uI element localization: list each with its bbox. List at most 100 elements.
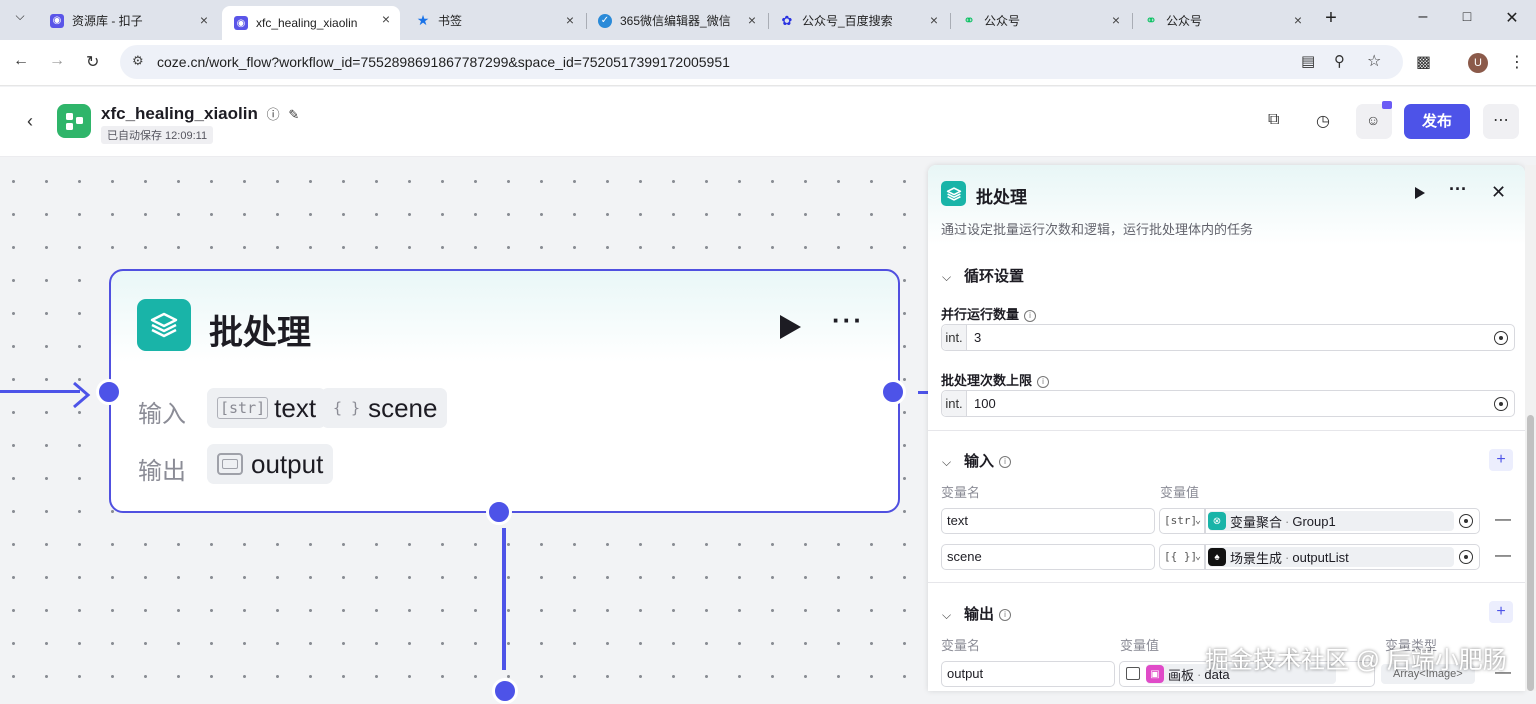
ref-source: 场景生成	[1230, 550, 1283, 566]
input-section-header[interactable]: ⌵ 输入 i	[942, 450, 1012, 471]
node-output-chip: output	[207, 444, 334, 484]
remove-input-button[interactable]: —	[1495, 547, 1511, 565]
history-icon[interactable]: ◷	[1316, 111, 1330, 131]
close-window-icon[interactable]: ✕	[1497, 8, 1527, 28]
layers-icon	[137, 299, 191, 351]
remove-input-button[interactable]: —	[1495, 511, 1511, 529]
input-col-name: 变量名	[941, 485, 981, 500]
chevron-down-icon: ⌵	[942, 270, 952, 284]
minimize-icon[interactable]: –	[1408, 8, 1438, 26]
body-entry-port[interactable]	[492, 678, 518, 704]
section-title: 输出	[964, 606, 995, 623]
chevron-down-icon: ⌵	[942, 608, 952, 622]
info-icon[interactable]: i	[1024, 309, 1037, 322]
node-output-name: output	[251, 448, 324, 479]
tab-close-icon[interactable]: ×	[1112, 12, 1120, 28]
extensions-puzzle-icon[interactable]: ▩	[1416, 52, 1431, 72]
panel-run-play-icon[interactable]	[1414, 186, 1426, 205]
collaborators-button[interactable]: ☺	[1356, 101, 1392, 139]
info-icon[interactable]: i	[999, 609, 1012, 622]
profile-avatar[interactable]: U	[1468, 53, 1488, 73]
tab-workflow[interactable]: ◉ xfc_healing_xiaolin ×	[222, 6, 400, 40]
panel-scrollbar[interactable]	[1525, 165, 1536, 691]
panel-description: 通过设定批量运行次数和逻辑，运行批处理体内的任务	[941, 222, 1254, 237]
batch-node[interactable]: 批处理 ··· 输入 [str] text { } scene 输出 outpu…	[109, 269, 900, 513]
tab-close-icon[interactable]: ×	[382, 11, 390, 27]
output-section-header[interactable]: ⌵ 输出 i	[942, 603, 1012, 624]
tab-close-icon[interactable]: ×	[748, 12, 756, 28]
type-tag: [{ }]	[1164, 550, 1198, 563]
run-node-play-icon[interactable]	[777, 313, 803, 346]
variable-ref-icon[interactable]	[1459, 550, 1473, 564]
output-port[interactable]	[880, 379, 906, 405]
output-name-field[interactable]: output	[941, 661, 1115, 687]
workflow-name: xfc_healing_xiaolin ⓘ ✎	[101, 104, 299, 124]
forward-arrow-icon[interactable]: →	[49, 52, 65, 70]
zoom-icon[interactable]: ⚲	[1334, 52, 1345, 70]
clipboard-icon[interactable]: ▤	[1301, 52, 1315, 70]
info-icon[interactable]: ⓘ	[267, 107, 280, 122]
node-input-name: text	[274, 392, 317, 423]
url-input[interactable]: ⚙ coze.cn/work_flow?workflow_id=75528986…	[120, 45, 1403, 79]
max-batch-input[interactable]: int. 100	[941, 390, 1515, 417]
tab-close-icon[interactable]: ×	[1294, 12, 1302, 28]
parallel-count-value: 3	[974, 330, 982, 345]
new-tab-plus-icon[interactable]: +	[1316, 7, 1346, 30]
browser-menu-icon[interactable]: ⋮	[1509, 52, 1525, 72]
node-input-name: scene	[368, 392, 438, 423]
input-ref-field[interactable]: ⊗ 变量聚合 · Group1	[1205, 508, 1480, 534]
variable-ref-icon[interactable]	[1494, 331, 1508, 345]
tab-baidu-search[interactable]: ✿ 公众号_百度搜索 ×	[768, 7, 948, 34]
input-ref-field[interactable]: ♠ 场景生成 · outputList	[1205, 544, 1480, 570]
input-port[interactable]	[96, 379, 122, 405]
input-name-field[interactable]: text	[941, 508, 1155, 534]
section-divider	[928, 582, 1525, 583]
tab-close-icon[interactable]: ×	[200, 12, 208, 28]
parallel-count-input[interactable]: int. 3	[941, 324, 1515, 351]
reload-icon[interactable]: ↻	[86, 52, 99, 72]
tab-official-account-2[interactable]: ⚭ 公众号 ×	[1132, 7, 1312, 34]
info-icon[interactable]: i	[999, 456, 1012, 469]
edit-icon[interactable]: ✎	[288, 107, 299, 122]
variable-ref-icon[interactable]	[1459, 514, 1473, 528]
max-batch-label: 批处理次数上限 i	[941, 370, 1050, 389]
url-text: coze.cn/work_flow?workflow_id=7552898691…	[157, 54, 730, 70]
panel-close-icon[interactable]: ✕	[1491, 182, 1506, 203]
tab-wechat-editor[interactable]: ✓ 365微信编辑器_微信 ×	[586, 7, 766, 34]
tab-bookmarks[interactable]: ★ 书签 ×	[404, 7, 584, 34]
tab-list-chevron-icon[interactable]: ⌵	[5, 9, 35, 24]
back-arrow-icon[interactable]: ←	[13, 52, 29, 70]
body-port[interactable]	[486, 499, 512, 525]
add-input-button[interactable]: +	[1489, 449, 1513, 471]
node-more-icon[interactable]: ···	[832, 305, 864, 336]
tab-resource-library[interactable]: ◉ 资源库 - 扣子 ×	[38, 7, 218, 34]
bookmark-star-icon[interactable]: ☆	[1367, 51, 1381, 71]
node-output-label: 输出	[138, 458, 186, 485]
input-type-select[interactable]: [{ }] ⌄	[1159, 544, 1205, 570]
tab-official-account-1[interactable]: ⚭ 公众号 ×	[950, 7, 1130, 34]
workflow-canvas[interactable]: 批处理 ··· 输入 [str] text { } scene 输出 outpu…	[0, 158, 930, 704]
input-type-select[interactable]: [str] ⌄	[1159, 508, 1205, 534]
maximize-icon[interactable]: □	[1452, 8, 1482, 24]
tab-close-icon[interactable]: ×	[566, 12, 574, 28]
info-icon[interactable]: i	[1037, 375, 1050, 388]
scrollbar-thumb[interactable]	[1527, 415, 1534, 691]
ref-separator: ·	[1197, 666, 1202, 682]
tab-title: xfc_healing_xiaolin	[256, 16, 358, 30]
input-name-field[interactable]: scene	[941, 544, 1155, 570]
more-button[interactable]: ⋯	[1483, 104, 1519, 139]
variable-ref-icon[interactable]	[1494, 397, 1508, 411]
ref-field: outputList	[1292, 549, 1349, 565]
node-input-chip: { } scene	[321, 388, 448, 428]
object-type-icon: { }	[333, 399, 361, 417]
site-info-icon[interactable]: ⚙	[132, 53, 144, 69]
loop-settings-header[interactable]: ⌵ 循环设置	[942, 265, 1024, 286]
tab-close-icon[interactable]: ×	[930, 12, 938, 28]
copy-icon[interactable]: ⧉	[1268, 111, 1279, 129]
publish-button[interactable]: 发布	[1404, 104, 1470, 139]
users-icon: ☺	[1366, 112, 1381, 128]
add-output-button[interactable]: +	[1489, 601, 1513, 623]
ref-source: 变量聚合	[1230, 514, 1283, 530]
back-chevron-icon[interactable]: ‹	[27, 111, 33, 132]
panel-more-icon[interactable]: ···	[1449, 179, 1467, 200]
